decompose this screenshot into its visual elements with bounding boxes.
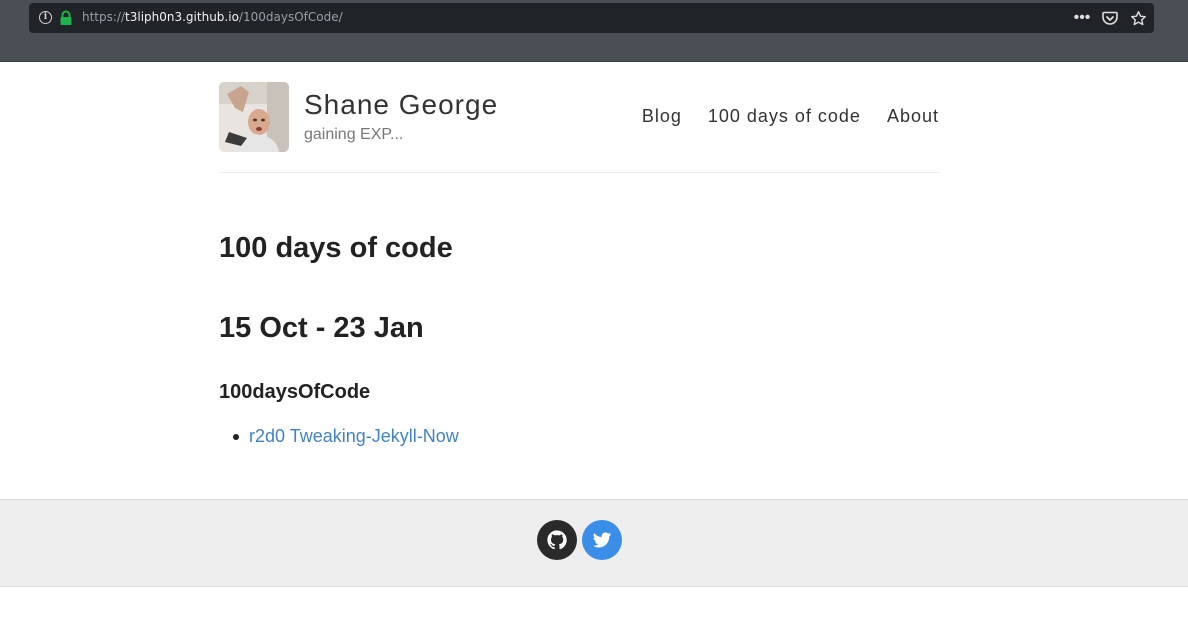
list-item: r2d0 Tweaking-Jekyll-Now bbox=[233, 426, 459, 447]
avatar-photo bbox=[219, 82, 289, 152]
site-description: gaining EXP... bbox=[304, 126, 404, 143]
lock-icon bbox=[60, 10, 72, 25]
masthead: Shane George gaining EXP... Blog 100 day… bbox=[219, 62, 939, 173]
bullet bbox=[233, 433, 239, 440]
github-icon bbox=[547, 530, 567, 550]
url-prefix: https:// bbox=[82, 10, 126, 24]
browser-toolbar: i https://t3liph0n3.github.io/100daysOfC… bbox=[0, 0, 1188, 62]
main-nav: Blog 100 days of code About bbox=[642, 106, 939, 127]
footer bbox=[0, 499, 1188, 587]
url-path: /100daysOfCode/ bbox=[238, 10, 343, 24]
post-link[interactable]: r2d0 Tweaking-Jekyll-Now bbox=[249, 426, 459, 447]
page-wrapper: Shane George gaining EXP... Blog 100 day… bbox=[219, 62, 939, 446]
section-heading: 100daysOfCode bbox=[219, 381, 371, 403]
nav-item-blog[interactable]: Blog bbox=[642, 106, 682, 127]
date-range-heading: 15 Oct - 23 Jan bbox=[219, 312, 424, 344]
url-text[interactable]: https://t3liph0n3.github.io/100daysOfCod… bbox=[82, 10, 343, 24]
site-name[interactable]: Shane George bbox=[304, 89, 498, 121]
nav-item-about[interactable]: About bbox=[887, 106, 939, 127]
info-icon[interactable]: i bbox=[39, 11, 52, 24]
github-link[interactable] bbox=[537, 520, 577, 560]
twitter-icon bbox=[592, 532, 612, 548]
avatar[interactable] bbox=[219, 82, 289, 152]
page-title: 100 days of code bbox=[219, 232, 453, 264]
bookmark-star-icon[interactable] bbox=[1128, 8, 1148, 28]
post-list: r2d0 Tweaking-Jekyll-Now bbox=[233, 426, 459, 447]
pocket-icon[interactable] bbox=[1100, 8, 1120, 28]
url-host: t3liph0n3.github.io bbox=[125, 10, 239, 24]
twitter-link[interactable] bbox=[582, 520, 622, 560]
more-actions-icon[interactable]: ••• bbox=[1072, 8, 1092, 28]
address-bar[interactable]: i https://t3liph0n3.github.io/100daysOfC… bbox=[29, 3, 1154, 33]
nav-item-100-days-of-code[interactable]: 100 days of code bbox=[708, 106, 861, 127]
